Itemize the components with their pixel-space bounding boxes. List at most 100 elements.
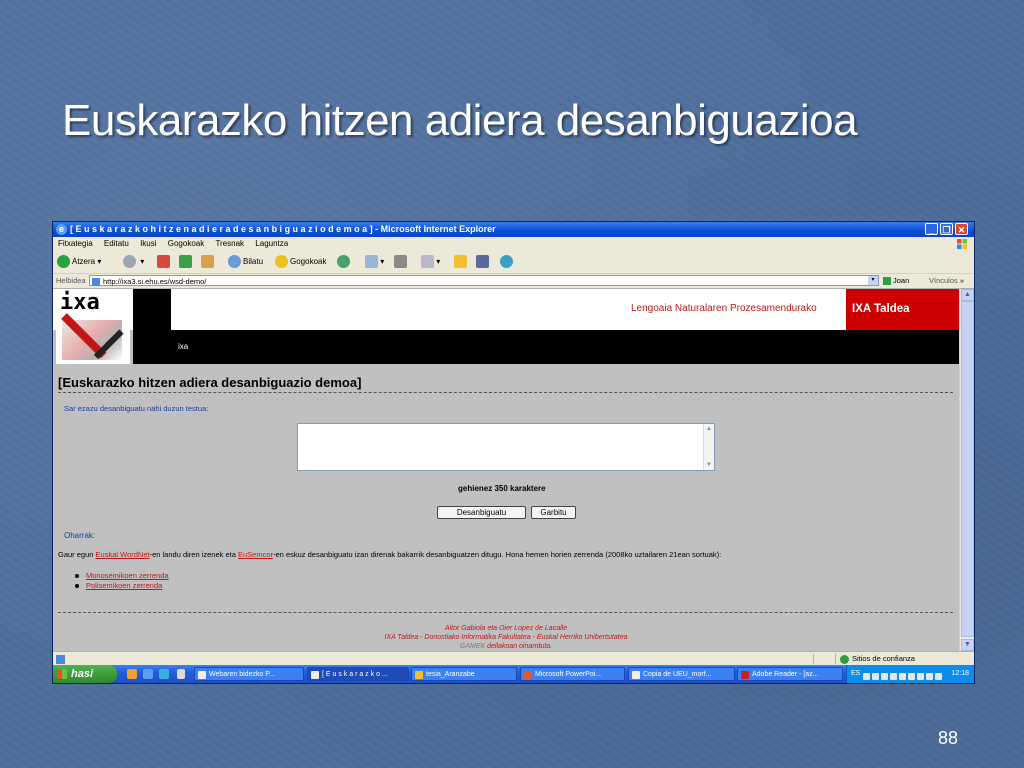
scroll-up-icon[interactable]: ▲: [961, 289, 974, 301]
back-arrow-icon: [57, 255, 70, 269]
clear-button[interactable]: Garbitu: [531, 506, 576, 519]
ixa-taldea-badge[interactable]: IXA Taldea: [846, 289, 959, 330]
start-button[interactable]: hasi: [53, 665, 117, 683]
tray-icon[interactable]: [899, 673, 906, 680]
language-indicator[interactable]: ES: [851, 665, 860, 683]
go-button[interactable]: Joan: [883, 275, 909, 286]
word-lists: Monosemikoen zerrenda Polisemikoen zerre…: [75, 571, 169, 591]
input-prompt: Sar ezazu desanbiguatu nahi duzun testua…: [64, 404, 209, 413]
tray-icons: [863, 670, 944, 683]
search-button[interactable]: Bilatu: [228, 255, 263, 269]
divider: [58, 392, 953, 393]
edit-button[interactable]: ▾: [421, 255, 440, 269]
tray-icon[interactable]: [881, 673, 888, 680]
monosemic-list-link[interactable]: Monosemikoen zerrenda: [75, 571, 169, 580]
favorites-button[interactable]: Gogokoak: [275, 255, 326, 269]
euskal-wordnet-link[interactable]: Euskal WordNet: [96, 550, 150, 559]
textarea-scrollbar[interactable]: ▲ ▼: [703, 424, 714, 470]
status-bar: Sitios de confianza: [53, 651, 974, 666]
system-tray: ES 12:18: [846, 665, 974, 683]
tray-icon[interactable]: [872, 673, 879, 680]
footer-divider: [58, 612, 953, 613]
tray-icon[interactable]: [863, 673, 870, 680]
close-button[interactable]: ✕: [955, 223, 968, 235]
notes-description: Gaur egun Euskal WordNet-en landu diren …: [58, 550, 722, 559]
minimize-button[interactable]: _: [925, 223, 938, 235]
menu-edit[interactable]: Editatu: [104, 237, 129, 251]
address-url: http://ixa3.si.ehu.es/wsd-demo/: [103, 277, 207, 286]
menu-view[interactable]: Ikusi: [140, 237, 156, 251]
scroll-down-icon[interactable]: ▼: [705, 461, 713, 469]
page-heading: [Euskarazko hitzen adiera desanbiguazio …: [58, 375, 362, 390]
forward-button[interactable]: ▾: [123, 255, 144, 269]
taskbar: hasi Webaren bidezko P... [ E u s k a r …: [53, 665, 974, 683]
tray-icon[interactable]: [917, 673, 924, 680]
quicklaunch-messenger-icon[interactable]: [159, 669, 169, 679]
messenger-button[interactable]: [500, 255, 515, 269]
text-input-area[interactable]: ▲ ▼: [297, 423, 715, 471]
header-subtitle: Lengoaia Naturalaren Prozesamendurako: [631, 303, 817, 314]
internet-explorer-icon: e: [56, 224, 67, 235]
star-icon: [275, 255, 288, 269]
quicklaunch-more-icon[interactable]: [177, 669, 185, 679]
logo-text: ixa: [60, 290, 100, 315]
mail-button[interactable]: ▾: [365, 255, 384, 269]
maximize-button[interactable]: ❐: [940, 223, 953, 235]
polysemic-list-link[interactable]: Polisemikoen zerrenda: [75, 581, 169, 590]
tray-icon[interactable]: [908, 673, 915, 680]
menu-help[interactable]: Laguntza: [255, 237, 288, 251]
stop-icon: [157, 255, 170, 269]
go-arrow-icon: [883, 277, 891, 286]
notes-label: Oharrak:: [64, 531, 96, 540]
page-footer: Aitor Gabiola eta Oier Lopez de Lacalle …: [53, 624, 959, 651]
task-webaren[interactable]: Webaren bidezko P...: [194, 667, 304, 681]
word-icon: [632, 671, 640, 679]
address-bar: Helbidea http://ixa3.si.ehu.es/wsd-demo/…: [53, 274, 974, 289]
scroll-thumb[interactable]: [961, 301, 974, 637]
menu-tools[interactable]: Tresnak: [215, 237, 244, 251]
home-icon: [201, 255, 214, 269]
task-euskarazko[interactable]: [ E u s k a r a z k o ...: [307, 667, 409, 681]
tray-icon[interactable]: [935, 673, 942, 680]
task-tesia[interactable]: tesia_Aranzabe: [411, 667, 517, 681]
history-button[interactable]: [337, 255, 352, 269]
disambiguate-button[interactable]: Desanbiguatu: [437, 506, 526, 519]
address-input[interactable]: http://ixa3.si.ehu.es/wsd-demo/ ▾: [89, 275, 879, 287]
folder-button[interactable]: [454, 255, 467, 269]
gamek-link[interactable]: GAMEK: [460, 643, 485, 650]
footer-credit: GAMEK dellakoan oinarrituta.: [459, 643, 553, 650]
research-button[interactable]: [476, 255, 489, 269]
address-dropdown-icon[interactable]: ▾: [868, 276, 878, 285]
back-button[interactable]: Atzera ▾: [57, 255, 101, 269]
home-button[interactable]: [201, 255, 214, 269]
eusemcor-link[interactable]: EuSemcor: [238, 550, 273, 559]
tray-icon[interactable]: [926, 673, 933, 680]
status-separator: [813, 654, 814, 664]
folder-icon: [454, 255, 467, 269]
menu-file[interactable]: Fitxategia: [58, 237, 93, 251]
task-copia[interactable]: Copia de UEU_morf...: [628, 667, 735, 681]
toolbar: Atzera ▾ ▾ Bilatu Gogokoak ▾ ▾: [53, 251, 974, 274]
windows-logo-icon: [57, 669, 67, 679]
scroll-up-icon[interactable]: ▲: [705, 425, 713, 433]
links-label[interactable]: Vínculos »: [929, 274, 964, 288]
stop-button[interactable]: [157, 255, 170, 269]
task-adobe-reader[interactable]: Adobe Reader - [az...: [737, 667, 843, 681]
task-powerpoint[interactable]: Microsoft PowerPoi...: [520, 667, 625, 681]
quicklaunch-ie-icon[interactable]: [143, 669, 153, 679]
tray-icon[interactable]: [890, 673, 897, 680]
quicklaunch-outlook-icon[interactable]: [127, 669, 137, 679]
print-button[interactable]: [394, 255, 407, 269]
browser-window: e [ E u s k a r a z k o h i t z e n a d …: [52, 221, 975, 684]
refresh-button[interactable]: [179, 255, 192, 269]
page-number: 88: [938, 728, 959, 748]
search-icon: [228, 255, 241, 269]
page-scrollbar[interactable]: ▲ ▼: [959, 289, 974, 651]
slide-title: Euskarazko hitzen adiera desanbiguazioa: [62, 96, 858, 145]
trusted-check-icon: [840, 654, 849, 664]
scroll-down-icon[interactable]: ▼: [961, 639, 974, 651]
menu-favorites[interactable]: Gogokoak: [168, 237, 204, 251]
header-ixa-link[interactable]: ixa: [178, 342, 188, 351]
ixa-logo[interactable]: ixa: [56, 290, 130, 364]
security-zone[interactable]: Sitios de confianza: [840, 652, 915, 666]
